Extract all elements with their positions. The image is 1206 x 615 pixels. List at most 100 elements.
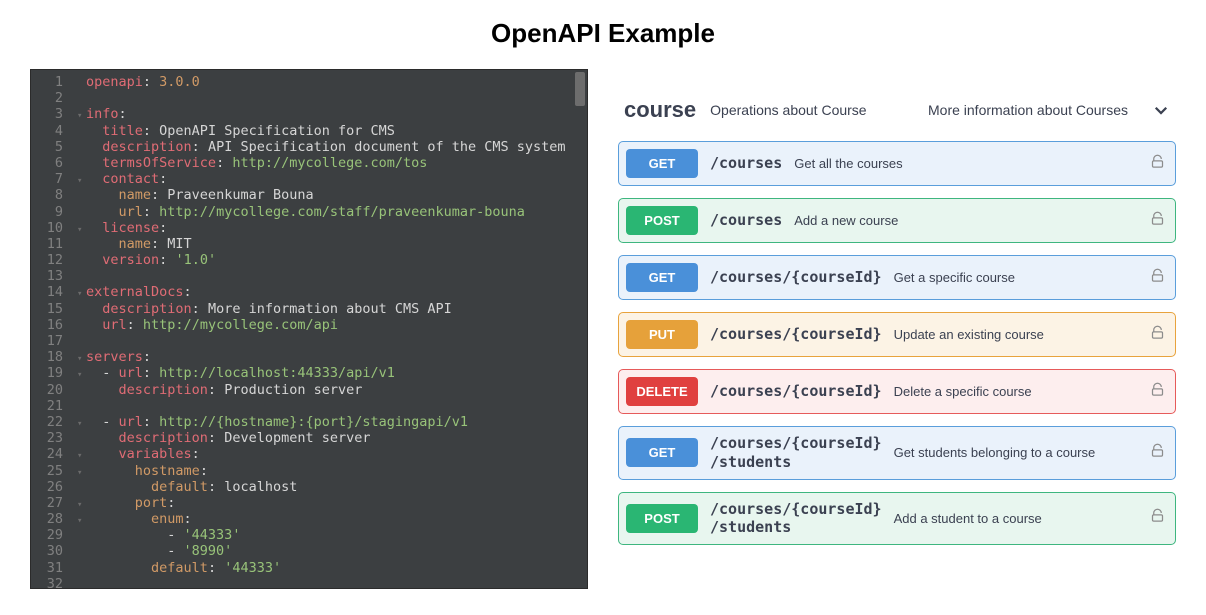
code-line[interactable]: ▾ - url: http://localhost:44333/api/v1 (77, 365, 581, 381)
operation-summary: Add a student to a course (894, 511, 1042, 526)
chevron-down-icon[interactable] (1152, 101, 1170, 119)
tag-header[interactable]: course Operations about Course More info… (618, 97, 1176, 141)
line-number: 20 (37, 382, 63, 398)
code-line[interactable]: url: http://mycollege.com/staff/praveenk… (77, 204, 581, 220)
operation-path: /students (710, 453, 882, 472)
lock-icon[interactable] (1150, 268, 1165, 288)
scrollbar-thumb[interactable] (575, 72, 585, 106)
method-badge: GET (626, 263, 698, 292)
line-number: 21 (37, 398, 63, 414)
operation-get-5[interactable]: GET/courses/{courseId}/students Get stude… (618, 426, 1176, 480)
line-number: 31 (37, 560, 63, 576)
lock-icon[interactable] (1150, 508, 1165, 528)
code-line[interactable]: ▾ hostname: (77, 463, 581, 479)
code-line[interactable]: openapi: 3.0.0 (77, 74, 581, 90)
code-line[interactable]: ▾servers: (77, 349, 581, 365)
lock-icon[interactable] (1150, 382, 1165, 402)
operation-path: /courses/{courseId} (710, 434, 882, 453)
code-line[interactable]: ▾ variables: (77, 446, 581, 462)
code-line[interactable]: ▾ - url: http://{hostname}:{port}/stagin… (77, 414, 581, 430)
code-line[interactable]: ▾externalDocs: (77, 284, 581, 300)
operation-summary: Update an existing course (894, 327, 1044, 342)
line-number: 11 (37, 236, 63, 252)
code-line[interactable]: name: MIT (77, 236, 581, 252)
line-number: 18 (37, 349, 63, 365)
code-line[interactable]: title: OpenAPI Specification for CMS (77, 123, 581, 139)
lock-icon[interactable] (1150, 325, 1165, 345)
code-line[interactable] (77, 333, 581, 349)
code-line[interactable] (77, 90, 581, 106)
code-line[interactable]: version: '1.0' (77, 252, 581, 268)
line-number: 2 (37, 90, 63, 106)
code-line[interactable]: description: More information about CMS … (77, 301, 581, 317)
yaml-editor[interactable]: 1234567891011121314151617181920212223242… (30, 69, 588, 589)
method-badge: POST (626, 504, 698, 533)
code-line[interactable]: description: API Specification document … (77, 139, 581, 155)
line-number: 22 (37, 414, 63, 430)
code-line[interactable]: ▾info: (77, 106, 581, 122)
line-number: 1 (37, 74, 63, 90)
editor-code[interactable]: openapi: 3.0.0 ▾info: title: OpenAPI Spe… (71, 70, 587, 588)
line-number: 5 (37, 139, 63, 155)
code-line[interactable]: - '44333' (77, 527, 581, 543)
code-line[interactable]: default: localhost (77, 479, 581, 495)
operation-post-6[interactable]: POST/courses/{courseId}/studentsAdd a st… (618, 492, 1176, 546)
line-number: 8 (37, 187, 63, 203)
method-badge: DELETE (626, 377, 698, 406)
operation-get-0[interactable]: GET/coursesGet all the courses (618, 141, 1176, 186)
line-number: 13 (37, 268, 63, 284)
operation-delete-4[interactable]: DELETE/courses/{courseId}Delete a specif… (618, 369, 1176, 414)
code-line[interactable]: default: '44333' (77, 560, 581, 576)
line-number: 27 (37, 495, 63, 511)
line-number: 10 (37, 220, 63, 236)
operations-list: GET/coursesGet all the courses POST/cours… (618, 141, 1176, 545)
operation-get-2[interactable]: GET/courses/{courseId}Get a specific cou… (618, 255, 1176, 300)
tag-description: Operations about Course (710, 102, 914, 118)
code-line[interactable] (77, 576, 581, 588)
line-number: 15 (37, 301, 63, 317)
code-line[interactable] (77, 268, 581, 284)
operation-path: /courses (710, 154, 782, 173)
tag-name: course (624, 97, 696, 123)
editor-gutter: 1234567891011121314151617181920212223242… (31, 70, 71, 588)
code-line[interactable]: description: Production server (77, 382, 581, 398)
swagger-panel: course Operations about Course More info… (618, 69, 1176, 589)
method-badge: GET (626, 149, 698, 178)
code-line[interactable]: url: http://mycollege.com/api (77, 317, 581, 333)
code-line[interactable]: name: Praveenkumar Bouna (77, 187, 581, 203)
code-line[interactable]: ▾ port: (77, 495, 581, 511)
page-title: OpenAPI Example (0, 0, 1206, 69)
line-number: 30 (37, 543, 63, 559)
lock-icon[interactable] (1150, 154, 1165, 174)
line-number: 6 (37, 155, 63, 171)
line-number: 4 (37, 123, 63, 139)
line-number: 12 (37, 252, 63, 268)
operation-summary: Delete a specific course (894, 384, 1032, 399)
line-number: 32 (37, 576, 63, 589)
tag-external-link[interactable]: More information about Courses (928, 102, 1128, 118)
operation-path: /courses (710, 211, 782, 230)
code-line[interactable]: termsOfService: http://mycollege.com/tos (77, 155, 581, 171)
lock-icon[interactable] (1150, 211, 1165, 231)
method-badge: GET (626, 438, 698, 467)
lock-icon[interactable] (1150, 443, 1165, 463)
operation-summary: Add a new course (794, 213, 898, 228)
main-content: 1234567891011121314151617181920212223242… (0, 69, 1206, 589)
code-line[interactable] (77, 398, 581, 414)
line-number: 9 (37, 204, 63, 220)
code-line[interactable]: description: Development server (77, 430, 581, 446)
operation-summary: Get students belonging to a course (894, 445, 1096, 460)
line-number: 25 (37, 463, 63, 479)
operation-post-1[interactable]: POST/coursesAdd a new course (618, 198, 1176, 243)
operation-put-3[interactable]: PUT/courses/{courseId}Update an existing… (618, 312, 1176, 357)
editor-scrollbar[interactable] (573, 70, 587, 588)
line-number: 24 (37, 446, 63, 462)
code-line[interactable]: - '8990' (77, 543, 581, 559)
code-line[interactable]: ▾ contact: (77, 171, 581, 187)
line-number: 29 (37, 527, 63, 543)
line-number: 14 (37, 284, 63, 300)
line-number: 26 (37, 479, 63, 495)
code-line[interactable]: ▾ enum: (77, 511, 581, 527)
method-badge: PUT (626, 320, 698, 349)
code-line[interactable]: ▾ license: (77, 220, 581, 236)
